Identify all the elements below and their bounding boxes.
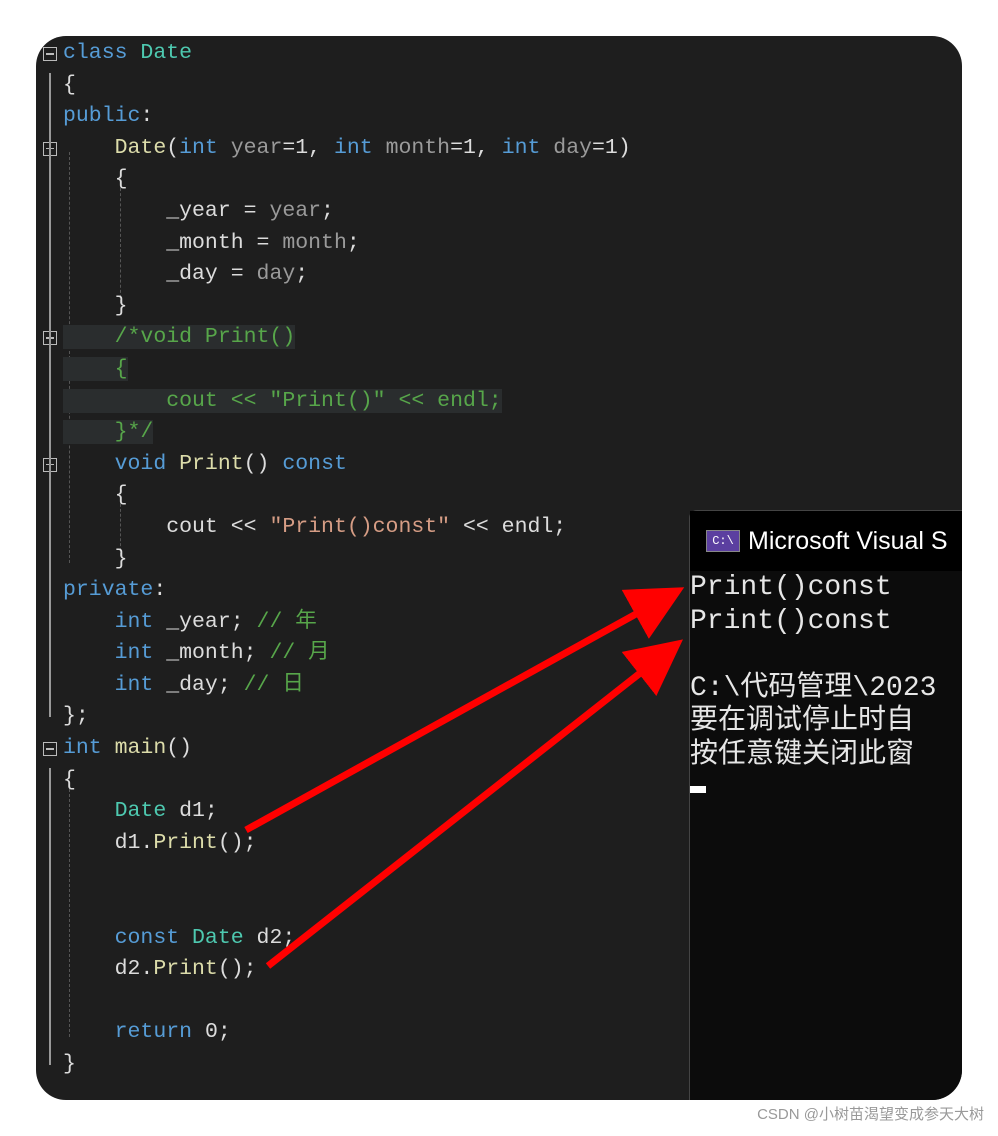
watermark: CSDN @小树苗渴望变成参天大树	[757, 1106, 984, 1123]
arrow-d1	[244, 587, 685, 834]
annotation-arrows	[244, 587, 685, 969]
arrow-d2	[265, 639, 684, 969]
